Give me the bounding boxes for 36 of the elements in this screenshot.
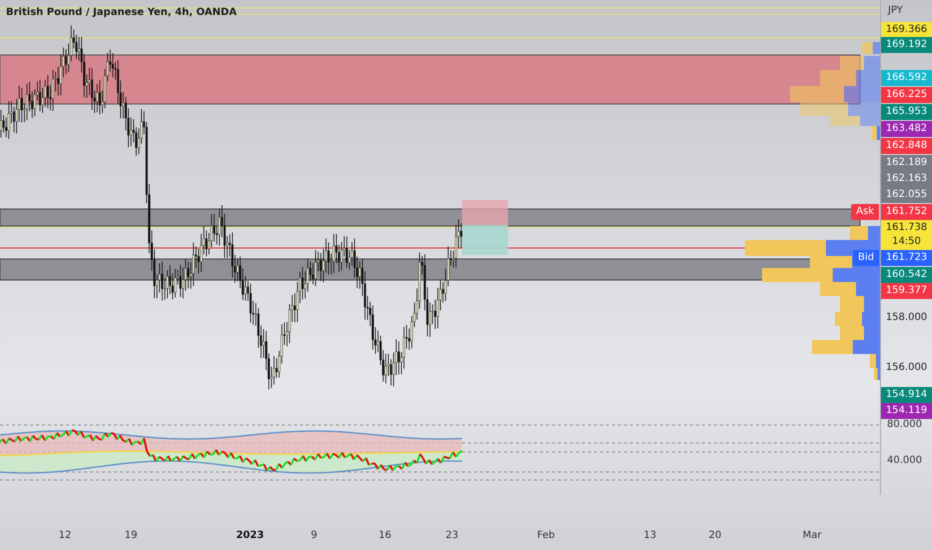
time-axis-label: 13 xyxy=(644,530,656,541)
price-label: 161.752 xyxy=(881,204,932,220)
price-label: 160.542 xyxy=(881,267,932,283)
price-label: 154.914 xyxy=(881,387,932,403)
price-label: 159.377 xyxy=(881,283,932,299)
indicator-tick-label: 40.000 xyxy=(887,455,922,466)
price-label: 166.225 xyxy=(881,87,932,103)
price-label: 162.848 xyxy=(881,138,932,154)
price-tag: Bid xyxy=(853,250,879,266)
price-label: 161.723 xyxy=(881,250,932,266)
price-label: 169.192 xyxy=(881,37,932,53)
time-axis-label: 23 xyxy=(446,530,458,541)
price-label: 161.738 14:50 xyxy=(881,220,932,250)
time-axis-label: 12 xyxy=(58,530,72,541)
time-axis-label: 16 xyxy=(378,530,392,541)
time-axis-label: 2023 xyxy=(236,530,264,541)
price-label: 169.366 xyxy=(881,22,932,38)
time-axis-label: 9 xyxy=(310,530,318,541)
position-drawing xyxy=(462,200,508,255)
price-label: 162.055 xyxy=(881,187,932,203)
price-tick-label: 156.000 xyxy=(884,361,928,375)
currency-label: JPY xyxy=(888,5,903,16)
chart-title: British Pound / Japanese Yen, 4h, OANDA xyxy=(6,7,237,18)
time-axis-label: Feb xyxy=(537,530,555,541)
price-label: 166.592 xyxy=(881,70,932,86)
price-tick-label: 158.000 xyxy=(884,311,928,325)
price-tag: Ask xyxy=(851,204,879,220)
price-label: 162.163 xyxy=(881,171,932,187)
price-label: 163.482 xyxy=(881,121,932,137)
time-axis-label: 19 xyxy=(124,530,138,541)
price-label: 162.189 xyxy=(881,155,932,171)
time-axis-label: 20 xyxy=(708,530,722,541)
time-axis-label: Mar xyxy=(802,530,822,541)
price-label: 165.953 xyxy=(881,104,932,120)
indicator-tick-label: 80.000 xyxy=(887,419,922,430)
price-label: 154.119 xyxy=(881,403,932,419)
